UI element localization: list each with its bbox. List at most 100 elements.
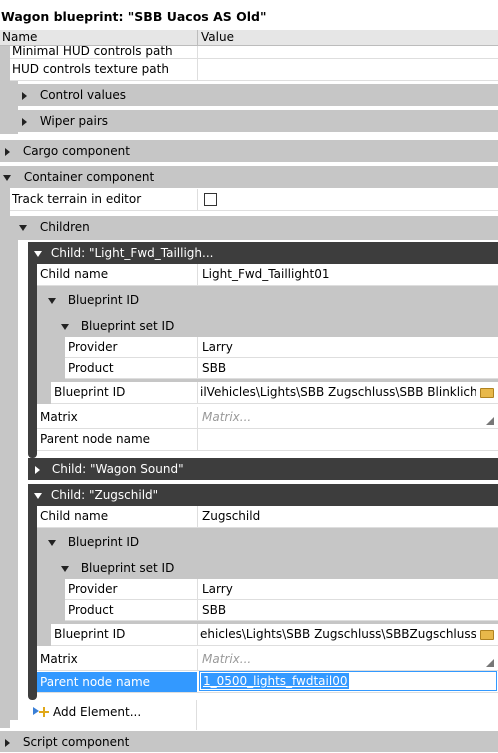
child1-parent-node-value[interactable] <box>197 429 498 450</box>
child3-parent-node-input[interactable]: 1_0500_lights_fwdtail00 <box>199 671 497 691</box>
triangle-right-icon[interactable] <box>5 738 10 747</box>
dropdown-corner-icon[interactable] <box>486 417 494 425</box>
child3-header[interactable]: Child: "Zugschild" <box>28 484 498 506</box>
control-values-label: Control values <box>39 88 127 102</box>
level2-indent-bar <box>10 81 18 134</box>
child1-provider-value[interactable]: Larry <box>197 337 498 357</box>
child1-blueprint-set-id-label: Blueprint set ID <box>80 319 175 333</box>
child1-blueprint-id-label: Blueprint ID <box>54 385 126 399</box>
child1-provider-label: Provider <box>68 340 118 354</box>
child3-parent-node-label: Parent node name <box>37 672 197 692</box>
triangle-down-icon[interactable] <box>3 174 11 181</box>
category-cargo[interactable]: Cargo component <box>0 140 498 162</box>
child1-row-child-name[interactable]: Child name Light_Fwd_Taillight01 <box>37 264 498 286</box>
child3-matrix-label: Matrix <box>40 652 78 666</box>
track-terrain-checkbox[interactable] <box>204 193 217 206</box>
column-divider <box>196 700 197 730</box>
child1-blueprint-set-id[interactable]: Blueprint set ID <box>55 315 498 337</box>
triangle-down-icon[interactable] <box>61 323 69 330</box>
child3-row-parent-node[interactable]: Parent node name 1_0500_lights_fwdtail00 <box>37 671 498 693</box>
child3-row-product[interactable]: Product SBB <box>65 600 498 621</box>
triangle-right-icon[interactable] <box>5 147 10 156</box>
category-control-values[interactable]: Control values <box>18 84 498 106</box>
script-label: Script component <box>22 735 130 749</box>
triangle-down-icon[interactable] <box>61 565 69 572</box>
minimal-hud-label: Minimal HUD controls path <box>12 46 173 58</box>
triangle-down-icon[interactable] <box>34 492 42 499</box>
child3-matrix-value[interactable]: Matrix... <box>197 649 498 670</box>
child1-header[interactable]: Child: "Light_Fwd_Tailligh... <box>28 242 498 264</box>
child1-parent-node-label: Parent node name <box>40 432 151 446</box>
child3-provider-value[interactable]: Larry <box>197 579 498 599</box>
row-minimal-hud[interactable]: Minimal HUD controls path <box>10 46 498 59</box>
child3-header-label: Child: "Zugschild" <box>50 488 159 502</box>
triangle-right-icon[interactable] <box>22 91 27 100</box>
child1-blueprint-id-group[interactable]: Blueprint ID <box>42 289 498 311</box>
triangle-right-icon[interactable] <box>35 465 40 474</box>
child1-child-name-value[interactable]: Light_Fwd_Taillight01 <box>197 264 498 285</box>
child1-row-parent-node[interactable]: Parent node name <box>37 429 498 451</box>
column-name-header[interactable]: Name <box>2 30 37 44</box>
folder-icon[interactable] <box>480 388 494 398</box>
triangle-right-icon[interactable] <box>22 117 27 126</box>
window-title: Wagon blueprint: "SBB Uacos AS Old" <box>0 0 498 30</box>
hud-texture-label: HUD controls texture path <box>12 62 169 76</box>
hud-texture-value[interactable] <box>197 59 498 80</box>
child1-row-matrix[interactable]: Matrix Matrix... <box>37 407 498 429</box>
child3-row-matrix[interactable]: Matrix Matrix... <box>37 649 498 671</box>
cargo-label: Cargo component <box>22 144 130 158</box>
child3-blueprint-id-group-label: Blueprint ID <box>67 535 140 549</box>
child1-blueprint-id-value[interactable]: ilVehicles\Lights\SBB Zugschluss\SBB Bli… <box>197 382 476 403</box>
category-children[interactable]: Children <box>10 216 498 240</box>
child1-row-blueprint-id[interactable]: Blueprint ID ilVehicles\Lights\SBB Zugsc… <box>51 382 498 404</box>
child3-parent-node-value[interactable]: 1_0500_lights_fwdtail00 <box>201 673 350 689</box>
child1-row-product[interactable]: Product SBB <box>65 358 498 379</box>
add-element-icon[interactable] <box>33 705 49 722</box>
child1-product-value[interactable]: SBB <box>197 358 498 378</box>
minimal-hud-value[interactable] <box>197 46 498 58</box>
folder-icon[interactable] <box>480 630 494 640</box>
add-element-button[interactable]: Add Element... <box>53 704 141 720</box>
child3-blueprint-id-group[interactable]: Blueprint ID <box>42 531 498 553</box>
track-terrain-value <box>197 189 498 210</box>
child3-row-child-name[interactable]: Child name Zugschild <box>37 506 498 528</box>
child2-header-label: Child: "Wagon Sound" <box>51 462 184 476</box>
triangle-down-icon[interactable] <box>34 250 42 257</box>
child1-matrix-value[interactable]: Matrix... <box>197 407 498 428</box>
child3-indent-bar <box>28 506 37 694</box>
category-container[interactable]: Container component <box>0 166 498 188</box>
child3-product-value[interactable]: SBB <box>197 600 498 620</box>
children-label: Children <box>39 220 90 234</box>
row-track-terrain[interactable]: Track terrain in editor <box>10 189 498 211</box>
category-script[interactable]: Script component <box>0 731 498 752</box>
child3-blueprint-set-id[interactable]: Blueprint set ID <box>55 557 498 579</box>
level1-indent-bar-container <box>0 188 10 728</box>
child3-row-provider[interactable]: Provider Larry <box>65 579 498 600</box>
level1-indent-bar <box>0 46 10 134</box>
triangle-down-icon[interactable] <box>48 297 56 304</box>
child2-header[interactable]: Child: "Wagon Sound" <box>28 458 498 480</box>
child3-product-label: Product <box>68 603 114 617</box>
row-hud-texture[interactable]: HUD controls texture path <box>10 59 498 81</box>
triangle-down-icon[interactable] <box>19 224 27 231</box>
child1-product-label: Product <box>68 361 114 375</box>
child1-indent-bar <box>28 264 37 452</box>
level2-indent-bar-children <box>10 240 18 720</box>
dropdown-corner-icon[interactable] <box>486 659 494 667</box>
child3-blueprint-id-label: Blueprint ID <box>54 627 126 641</box>
triangle-down-icon[interactable] <box>48 539 56 546</box>
category-wiper-pairs[interactable]: Wiper pairs <box>18 110 498 132</box>
child3-child-name-label: Child name <box>40 509 109 523</box>
child1-matrix-label: Matrix <box>40 410 78 424</box>
child1-row-provider[interactable]: Provider Larry <box>65 337 498 358</box>
child3-blueprint-id-value[interactable]: ehicles\Lights\SBB Zugschluss\SBBZugschl… <box>197 624 476 645</box>
child3-blueprint-set-id-label: Blueprint set ID <box>80 561 175 575</box>
child3-child-name-value[interactable]: Zugschild <box>197 506 498 527</box>
child1-blueprint-id-group-label: Blueprint ID <box>67 293 140 307</box>
child3-provider-label: Provider <box>68 582 118 596</box>
column-value-header[interactable]: Value <box>201 30 234 44</box>
column-separator[interactable] <box>197 30 198 46</box>
child1-header-label: Child: "Light_Fwd_Tailligh... <box>50 246 214 260</box>
child3-row-blueprint-id[interactable]: Blueprint ID ehicles\Lights\SBB Zugschlu… <box>51 624 498 646</box>
child1-child-name-label: Child name <box>40 267 109 281</box>
